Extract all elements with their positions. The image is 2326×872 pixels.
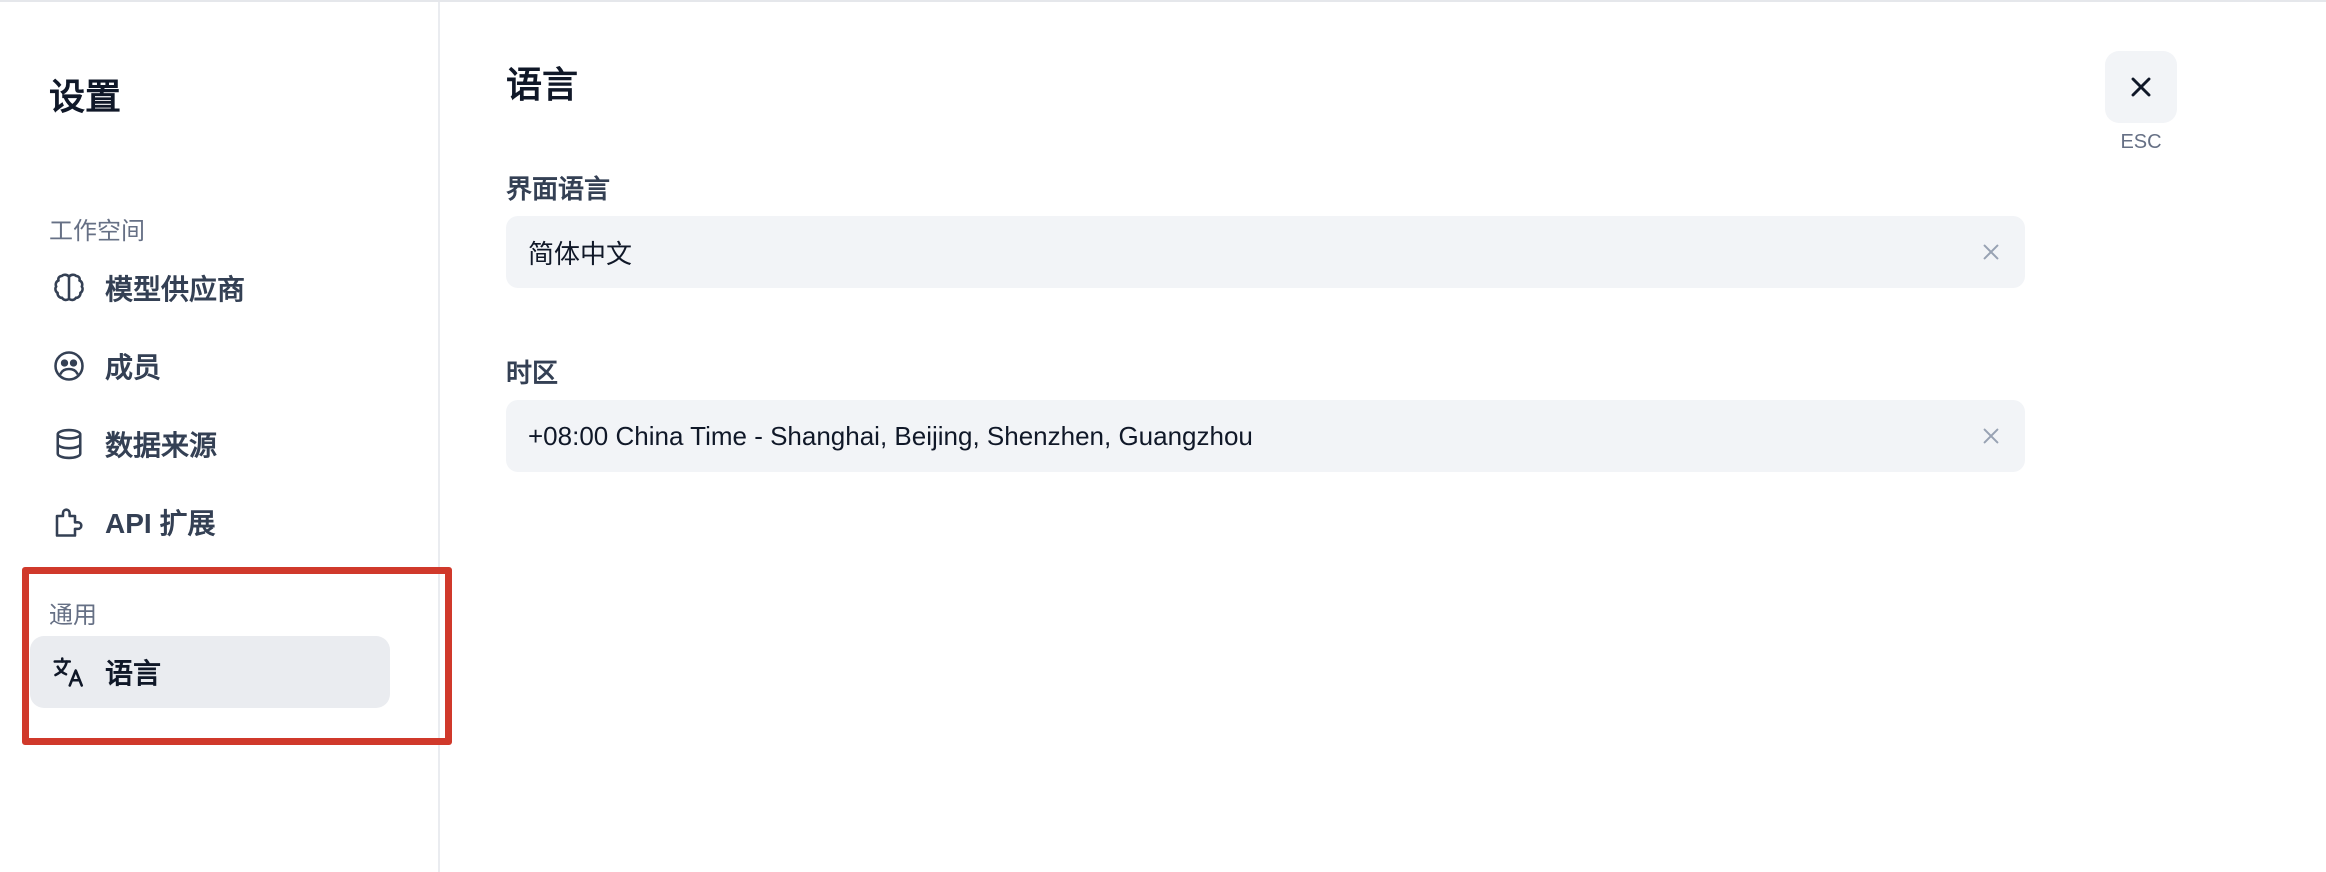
puzzle-icon <box>50 503 88 541</box>
close-icon <box>2125 71 2157 103</box>
sidebar-item-label: 成员 <box>105 352 162 383</box>
members-icon <box>50 347 88 385</box>
page-title: 语言 <box>506 64 579 105</box>
timezone-value: +08:00 China Time - Shanghai, Beijing, S… <box>528 420 1253 451</box>
sidebar-item-data-source[interactable]: 数据来源 <box>30 408 390 480</box>
sidebar-item-label: API 扩展 <box>105 508 216 539</box>
interface-language-label: 界面语言 <box>506 174 611 204</box>
sidebar-item-language[interactable]: 语言 <box>30 636 390 708</box>
sidebar-item-model-provider[interactable]: 模型供应商 <box>30 252 390 324</box>
sidebar-item-label: 数据来源 <box>105 430 218 461</box>
settings-sidebar: 设置 工作空间 模型供应商 成员 数据来源 API 扩展 通用 语言 <box>0 2 452 872</box>
section-label-workspace: 工作空间 <box>49 218 145 245</box>
interface-language-value: 简体中文 <box>528 238 633 269</box>
sidebar-item-label: 语言 <box>105 658 162 689</box>
esc-hint: ESC <box>2120 131 2162 153</box>
translate-icon <box>50 653 88 691</box>
brain-icon <box>50 269 88 307</box>
clear-icon[interactable] <box>1977 422 2005 450</box>
clear-icon[interactable] <box>1977 238 2005 266</box>
sidebar-item-members[interactable]: 成员 <box>30 330 390 402</box>
section-label-general: 通用 <box>49 602 97 629</box>
sidebar-title: 设置 <box>49 76 122 117</box>
sidebar-item-label: 模型供应商 <box>105 274 246 305</box>
database-icon <box>50 425 88 463</box>
sidebar-item-api-extension[interactable]: API 扩展 <box>30 486 390 558</box>
interface-language-select[interactable]: 简体中文 <box>506 216 2025 288</box>
timezone-label: 时区 <box>506 358 559 388</box>
timezone-select[interactable]: +08:00 China Time - Shanghai, Beijing, S… <box>506 400 2025 472</box>
close-button[interactable] <box>2105 51 2177 123</box>
